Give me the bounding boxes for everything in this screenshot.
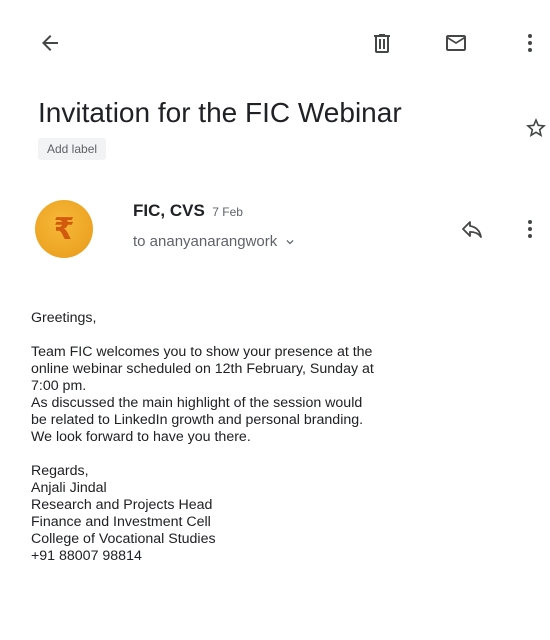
star-outline-icon	[526, 118, 546, 137]
sender-name: FIC, CVS	[133, 201, 205, 220]
recipient-details-toggle[interactable]: to ananyanarangwork	[133, 233, 297, 250]
more-options-button[interactable]	[510, 23, 550, 63]
body-line: We look forward to have you there.	[31, 429, 251, 445]
recipient-line: to ananyanarangwork	[133, 233, 278, 250]
email-body: Greetings, Team FIC welcomes you to show…	[31, 310, 531, 582]
avatar-glyph: ₹	[53, 212, 75, 246]
vertical-dots-icon	[528, 34, 532, 52]
vertical-dots-icon	[528, 220, 532, 238]
signature: Regards, Anjali Jindal Research and Proj…	[31, 463, 531, 565]
delete-button[interactable]	[362, 23, 402, 63]
signature-line: College of Vocational Studies	[31, 531, 216, 547]
body-line: Team FIC welcomes you to show your prese…	[31, 344, 373, 360]
body-line: online webinar scheduled on 12th Februar…	[31, 361, 374, 377]
message-date: 7 Feb	[212, 205, 243, 219]
body-line: 7:00 pm.	[31, 378, 87, 394]
email-subject: Invitation for the FIC Webinar	[38, 97, 402, 128]
mark-unread-button[interactable]	[436, 23, 476, 63]
body-paragraph: Team FIC welcomes you to show your prese…	[31, 344, 531, 446]
reply-button[interactable]	[452, 209, 492, 249]
signature-line: Finance and Investment Cell	[31, 514, 211, 530]
signature-line: Research and Projects Head	[31, 497, 213, 513]
star-button[interactable]	[516, 108, 550, 148]
body-line: be related to LinkedIn growth and person…	[31, 412, 364, 428]
signature-line: Regards,	[31, 463, 89, 479]
phone-number[interactable]: +91 88007 98814	[31, 548, 531, 565]
trash-icon	[374, 34, 390, 53]
envelope-icon	[446, 35, 466, 51]
chevron-down-icon	[283, 235, 297, 249]
back-button[interactable]	[30, 23, 70, 63]
arrow-left-icon	[42, 35, 58, 51]
signature-line: Anjali Jindal	[31, 480, 107, 496]
reply-icon	[462, 221, 482, 238]
sender-info: FIC, CVS 7 Feb	[133, 201, 243, 221]
message-more-options-button[interactable]	[510, 209, 550, 249]
sender-avatar[interactable]: ₹	[35, 200, 93, 258]
body-line: As discussed the main highlight of the s…	[31, 395, 363, 411]
app-bar	[0, 0, 550, 86]
greeting: Greetings,	[31, 310, 97, 326]
add-label-chip[interactable]: Add label	[38, 138, 107, 160]
